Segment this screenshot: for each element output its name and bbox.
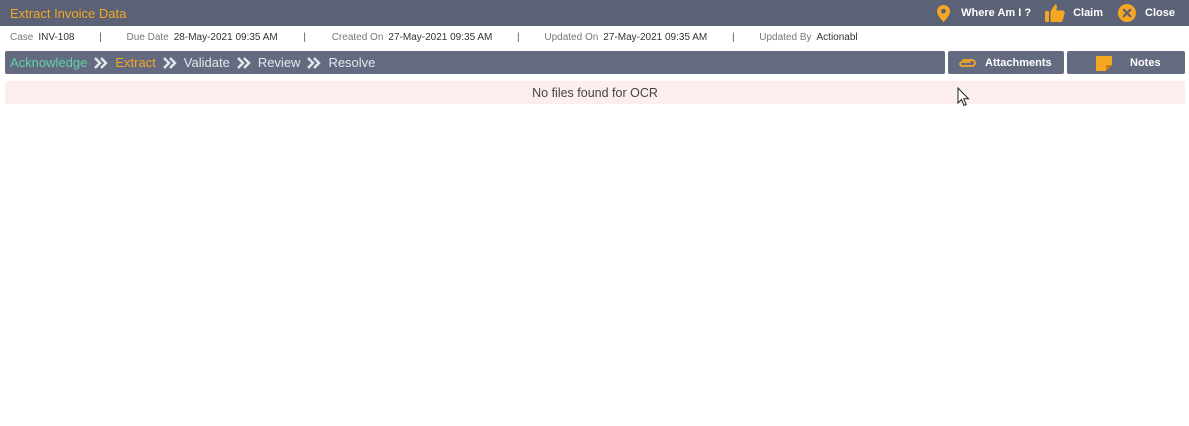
double-chevron-right-icon — [162, 56, 177, 69]
stage-review[interactable]: Review — [258, 55, 301, 70]
claim-button[interactable]: Claim — [1045, 4, 1103, 22]
due-date-value: 28-May-2021 09:35 AM — [173, 31, 278, 43]
notes-label: Notes — [1130, 56, 1161, 69]
updated-by-label: Updated By — [759, 31, 812, 43]
stage-extract[interactable]: Extract — [115, 55, 155, 70]
where-am-i-label: Where Am I ? — [961, 7, 1032, 19]
thumbs-up-icon — [1045, 4, 1065, 22]
paperclip-icon — [958, 57, 976, 69]
meta-separator: | — [517, 31, 520, 43]
close-label: Close — [1145, 7, 1175, 19]
where-am-i-button[interactable]: Where Am I ? — [935, 4, 1031, 22]
ocr-message-banner: No files found for OCR — [5, 81, 1185, 104]
created-on-label: Created On — [331, 31, 384, 43]
case-value: INV-108 — [38, 31, 75, 43]
double-chevron-right-icon — [94, 56, 109, 69]
header-actions: Where Am I ? Claim Close — [935, 0, 1189, 26]
stage-acknowledge[interactable]: Acknowledge — [10, 55, 87, 70]
workflow-stage-bar: Acknowledge Extract Validate Review Reso… — [5, 51, 945, 74]
claim-label: Claim — [1073, 7, 1104, 19]
double-chevron-right-icon — [307, 56, 322, 69]
page-title: Extract Invoice Data — [10, 5, 127, 21]
header-bar: Extract Invoice Data Where Am I ? Claim … — [0, 0, 1189, 26]
map-pin-icon — [935, 4, 951, 22]
attachments-label: Attachments — [985, 56, 1052, 69]
case-label: Case — [10, 31, 34, 43]
meta-separator: | — [303, 31, 306, 43]
updated-on-value: 27-May-2021 09:35 AM — [603, 31, 708, 43]
close-circle-icon — [1118, 4, 1137, 22]
due-date-label: Due Date — [126, 31, 169, 43]
created-on-value: 27-May-2021 09:35 AM — [388, 31, 493, 43]
updated-by-value: Actionabl — [816, 31, 858, 43]
close-button[interactable]: Close — [1118, 4, 1175, 22]
note-icon — [1096, 55, 1112, 71]
stage-validate[interactable]: Validate — [184, 55, 230, 70]
notes-button[interactable]: Notes — [1067, 51, 1185, 74]
case-meta-row: Case INV-108 | Due Date 28-May-2021 09:3… — [0, 26, 1189, 48]
meta-separator: | — [99, 31, 102, 43]
double-chevron-right-icon — [236, 56, 251, 69]
updated-on-label: Updated On — [544, 31, 599, 43]
mouse-cursor-icon — [957, 86, 970, 107]
stage-resolve[interactable]: Resolve — [328, 55, 375, 70]
attachments-button[interactable]: Attachments — [948, 51, 1064, 74]
meta-separator: | — [731, 31, 735, 43]
ocr-message-text: No files found for OCR — [532, 85, 658, 100]
